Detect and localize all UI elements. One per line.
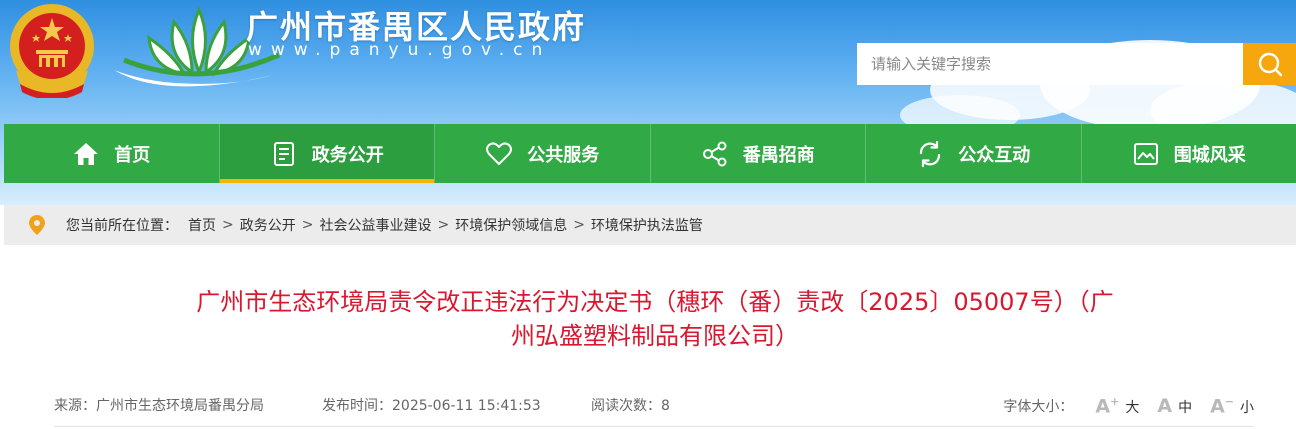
breadcrumb-item-enforcement[interactable]: 环境保护执法监管 <box>591 215 703 235</box>
nav-item-city-scenery[interactable]: 围城风采 <box>1082 124 1296 183</box>
search-button[interactable] <box>1243 43 1296 85</box>
breadcrumb-separator: > <box>222 217 234 233</box>
nav-item-home[interactable]: 首页 <box>4 124 220 183</box>
font-size-label: 字体大小： <box>1003 399 1074 416</box>
divider <box>54 426 1254 427</box>
nav-item-label: 番禺招商 <box>742 144 815 166</box>
breadcrumb-item-home[interactable]: 首页 <box>188 215 216 235</box>
font-decrease-icon: A− <box>1210 395 1234 418</box>
font-default-icon: A <box>1157 395 1173 418</box>
search-icon <box>1258 52 1282 77</box>
font-size-controls: 字体大小： A+ 大 A 中 A− 小 <box>1003 395 1254 417</box>
font-size-large-button[interactable]: A+ 大 <box>1095 395 1139 417</box>
picture-icon <box>1133 142 1158 165</box>
nav-item-label: 首页 <box>114 144 151 166</box>
font-size-large-label: 大 <box>1125 400 1140 417</box>
nav-item-label: 公共服务 <box>527 144 600 166</box>
nav-item-public-service[interactable]: 公共服务 <box>435 124 651 183</box>
nav-item-label: 围城风采 <box>1173 144 1246 166</box>
article-meta: 来源：广州市生态环境局番禺分局 发布时间：2025-06-11 15:41:53… <box>54 395 1254 417</box>
nav-item-interaction[interactable]: 公众互动 <box>866 124 1082 183</box>
article-source: 来源：广州市生态环境局番禺分局 <box>54 398 264 414</box>
breadcrumb-item-public-welfare[interactable]: 社会公益事业建设 <box>319 215 431 235</box>
document-list-icon <box>273 141 294 166</box>
article-title-line: 州弘盛塑料制品有限公司） <box>511 322 799 350</box>
breadcrumb-prefix: 您当前所在位置： <box>66 218 178 234</box>
article-publish-time: 发布时间：2025-06-11 15:41:53 <box>322 398 541 414</box>
nav-item-label: 政务公开 <box>311 144 384 166</box>
home-icon <box>74 142 99 165</box>
search-input[interactable] <box>857 43 1243 85</box>
breadcrumb-item-government-affairs[interactable]: 政务公开 <box>240 215 296 235</box>
breadcrumb-separator: > <box>573 217 585 233</box>
font-size-small-button[interactable]: A− 小 <box>1210 395 1254 417</box>
breadcrumb-separator: > <box>437 217 450 233</box>
main-nav: 首页 政务公开 公共服务 番禺招商 公众互动 围城风采 <box>4 124 1296 183</box>
nav-item-investment[interactable]: 番禺招商 <box>651 124 866 183</box>
site-domain: www.panyu.gov.cn <box>248 40 552 60</box>
heart-icon <box>486 141 513 165</box>
font-increase-icon: A+ <box>1095 395 1120 418</box>
article-view-count: 阅读次数：8 <box>591 398 670 414</box>
national-emblem-icon <box>10 4 94 98</box>
article-title: 广州市生态环境局责令改正违法行为决定书（穗环（番）责改〔2025〕05007号）… <box>100 285 1210 353</box>
breadcrumb-item-environment-info[interactable]: 环境保护领域信息 <box>455 215 567 235</box>
font-size-medium-label: 中 <box>1178 400 1193 417</box>
location-pin-icon <box>29 215 45 235</box>
font-size-small-label: 小 <box>1240 400 1254 417</box>
nav-item-government-affairs[interactable]: 政务公开 <box>219 124 435 183</box>
nav-item-label: 公众互动 <box>958 144 1031 166</box>
font-size-medium-button[interactable]: A 中 <box>1157 395 1192 417</box>
share-nodes-icon <box>702 141 727 166</box>
refresh-icon <box>920 140 941 167</box>
breadcrumb: 您当前所在位置： 首页 > 政务公开 > 社会公益事业建设 > 环境保护领域信息… <box>4 205 1296 245</box>
breadcrumb-separator: > <box>301 217 314 233</box>
article-title-line: 广州市生态环境局责令改正违法行为决定书（穗环（番）责改〔2025〕05007号）… <box>196 288 1114 316</box>
